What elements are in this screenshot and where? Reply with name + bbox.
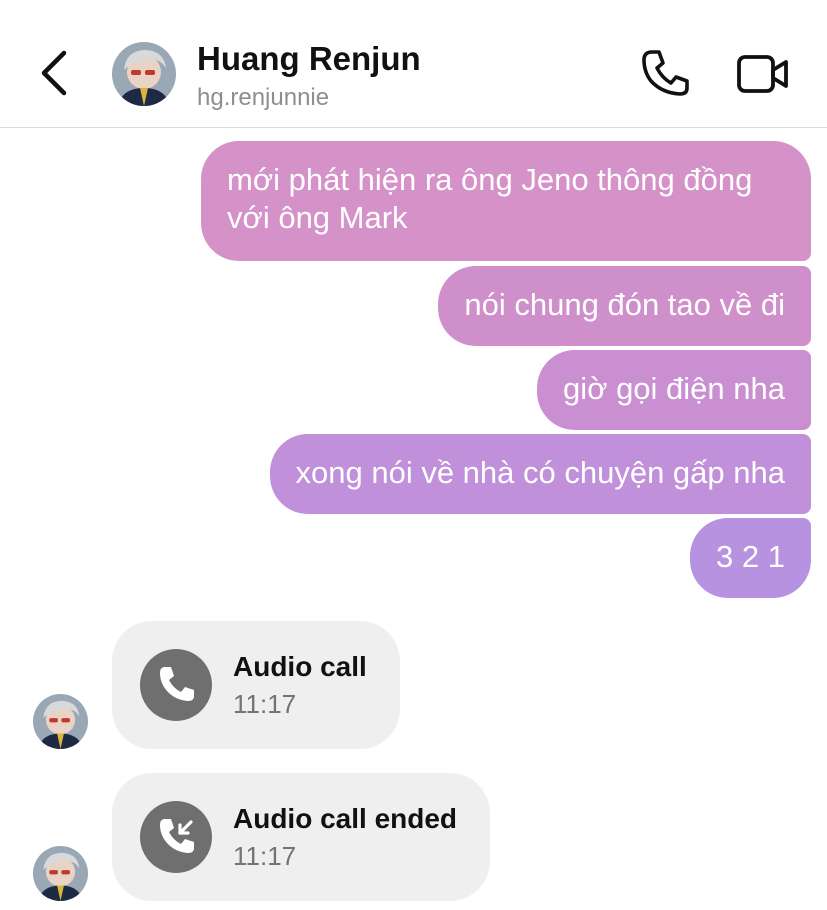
chevron-left-icon: [41, 50, 67, 96]
phone-icon: [642, 50, 689, 96]
outgoing-message[interactable]: giờ gọi điện nha: [537, 350, 811, 430]
contact-name[interactable]: Huang Renjun: [197, 40, 421, 78]
audio-call-button[interactable]: [636, 46, 694, 100]
sender-avatar[interactable]: [33, 846, 88, 901]
call-icon-circle: [140, 801, 212, 873]
sender-avatar[interactable]: [33, 694, 88, 749]
contact-avatar[interactable]: [112, 42, 176, 106]
phone-incoming-arrow-icon: [160, 819, 194, 853]
message-text: xong nói về nhà có chuyện gấp nha: [295, 455, 786, 490]
outgoing-message[interactable]: 3 2 1: [690, 518, 811, 598]
call-title: Audio call ended: [233, 803, 458, 834]
phone-icon: [160, 667, 194, 701]
message-text: mới phát hiện ra ông Jeno thông đồng: [227, 162, 753, 197]
video-call-button[interactable]: [734, 50, 792, 98]
chat-header: Huang Renjun hg.renjunnie: [0, 0, 827, 128]
outgoing-message[interactable]: mới phát hiện ra ông Jeno thông đồng với…: [201, 141, 811, 261]
message-text: nói chung đón tao về đi: [464, 287, 785, 322]
outgoing-message[interactable]: xong nói về nhà có chuyện gấp nha: [269, 434, 811, 514]
outgoing-message[interactable]: nói chung đón tao về đi: [438, 266, 811, 346]
contact-handle: hg.renjunnie: [197, 84, 330, 111]
video-camera-icon: [737, 55, 788, 93]
call-title: Audio call: [233, 651, 367, 682]
call-time: 11:17: [233, 689, 297, 719]
message-text: 3 2 1: [716, 539, 785, 574]
call-log-bubble[interactable]: Audio call ended 11:17: [112, 773, 490, 901]
chat-screen: Huang Renjun hg.renjunnie mới phát hiện …: [0, 0, 827, 910]
call-time: 11:17: [233, 841, 297, 871]
back-button[interactable]: [30, 46, 80, 100]
message-text: với ông Mark: [227, 200, 408, 235]
message-text: giờ gọi điện nha: [563, 371, 785, 406]
call-icon-circle: [140, 649, 212, 721]
call-log-bubble[interactable]: Audio call 11:17: [112, 621, 400, 749]
